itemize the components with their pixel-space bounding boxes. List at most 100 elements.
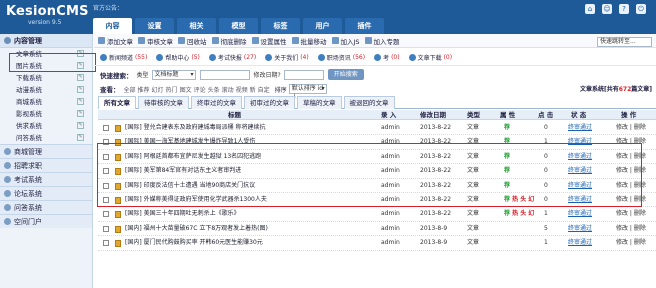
sidebar-item[interactable]: 问答系统 ✎ [0,132,92,144]
channel-link[interactable]: 关于我们 (4) [265,53,309,62]
article-status-link[interactable]: 终审通过 [568,135,592,149]
article-ops[interactable]: 修改 | 删除 [616,179,646,193]
article-ops[interactable]: 修改 | 删除 [616,222,646,236]
add-to-js-button[interactable]: 加入JS [331,36,360,46]
filter-option[interactable]: 滚动 [222,85,234,94]
table-row[interactable]: [国内] 厦门民代购鼓购买率 开韩60元医生能赚30元 admin 2013-8-9… [98,236,656,251]
set-attributes-button[interactable]: 设置属性 [251,36,287,46]
type-select[interactable]: 文档标题 [151,69,196,80]
tab-first-reviewed[interactable]: 初审过的文章 [244,96,295,109]
quick-jump-select[interactable]: 快速跳转至... [597,37,652,47]
article-ops[interactable]: 修改 | 删除 [616,193,646,207]
filter-option[interactable]: 视频 [236,85,248,94]
channel-link[interactable]: 文章下载 (0) [408,53,452,62]
help-icon[interactable]: ? [619,4,629,14]
article-status-link[interactable]: 终审通过 [568,150,592,164]
search-button[interactable]: 开始搜索 [327,69,364,80]
sidebar-group[interactable]: 招聘求职 [0,158,92,172]
sidebar-section-header[interactable]: 内容管理 [0,34,92,48]
batch-move-button[interactable]: 批量移动 [291,36,327,46]
article-ops[interactable]: 修改 | 删除 [616,121,646,135]
filter-option[interactable]: 评论 [194,85,206,94]
recycle-bin-button[interactable]: 回收站 [178,36,207,46]
edit-icon[interactable]: ✎ [77,134,84,141]
filter-option[interactable]: 头条 [208,85,220,94]
article-status-link[interactable]: 终审通过 [568,164,592,178]
col-title[interactable]: 标题 [228,110,241,120]
table-row[interactable]: [国际] 美国三十年四期吐无刺杀上《歌乐》 admin 2013-8-22 文章 荐 热… [98,207,656,222]
article-status-link[interactable]: 终审通过 [568,236,592,250]
edit-icon[interactable]: ✎ [77,98,84,105]
article-ops[interactable]: 修改 | 删除 [616,207,646,221]
article-status-link[interactable]: 终审通过 [568,193,592,207]
row-checkbox[interactable] [103,196,109,203]
date-input[interactable] [283,69,324,80]
article-title[interactable]: [国内] 厦门民代购鼓购买率 开韩60元医生能赚30元 [125,236,263,250]
nav-tab-plugins[interactable]: 插件 [345,18,384,34]
home-icon[interactable]: ⌂ [585,4,595,14]
search-input[interactable] [199,69,250,80]
article-ops[interactable]: 修改 | 删除 [616,164,646,178]
add-article-button[interactable]: 添加文章 [98,36,133,46]
article-title[interactable]: [国际] 外媒称美得证政府军使用化学武器杀1300人夫 [125,193,267,207]
nav-tab-tags[interactable]: 标签 [261,18,300,34]
review-article-button[interactable]: 审核文章 [138,36,173,46]
sidebar-item[interactable]: 影视系统 ✎ [0,108,92,120]
article-ops[interactable]: 修改 | 删除 [616,236,646,250]
row-checkbox[interactable] [103,153,109,160]
filter-option[interactable]: 热门 [166,85,178,94]
article-status-link[interactable]: 终审通过 [568,207,592,221]
sidebar-group[interactable]: 空间门户 [0,214,92,228]
filter-option[interactable]: 推荐 [138,85,150,94]
channel-link[interactable]: 帮助中心 (5) [156,53,200,62]
edit-icon[interactable]: ✎ [77,122,84,129]
table-row[interactable]: [国内] 福州十大苗量破67C 立下8万观者发上着热(图) admin 2013-8… [98,222,656,237]
tab-drafts[interactable]: 草稿的文章 [297,96,342,109]
nav-tab-related[interactable]: 相关 [177,18,216,34]
row-checkbox[interactable] [103,139,109,146]
nav-tab-content[interactable]: 内容 [93,18,132,34]
table-row[interactable]: [国际] 登兑合建表东及政府建城毒局派桶 称将建续抗 admin 2013-8-22… [98,121,656,136]
edit-icon[interactable]: ✎ [77,86,84,93]
edit-icon[interactable]: ✎ [77,74,84,81]
article-title[interactable]: [国内] 福州十大苗量破67C 立下8万观者发上着热(图) [125,222,268,236]
filter-option[interactable]: 全部 [124,85,136,94]
delete-permanent-button[interactable]: 彻底删除 [211,36,247,46]
article-title[interactable]: [国际] 印度反法信十土遭遇 当地90商店关门抗议 [125,179,255,193]
article-status-link[interactable]: 终审通过 [568,121,592,135]
user-icon[interactable]: ☺ [602,4,612,14]
channel-link[interactable]: 考试快报 (27) [208,53,256,62]
sidebar-item[interactable]: 供求系统 ✎ [0,120,92,132]
nav-tab-users[interactable]: 用户 [303,18,342,34]
tab-final-reviewed[interactable]: 终审过的文章 [191,96,242,109]
channel-link[interactable]: 考 (0) [374,53,400,62]
sidebar-group[interactable]: 商城管理 [0,144,92,158]
article-status-link[interactable]: 终审通过 [568,222,592,236]
sidebar-group[interactable]: 考试系统 [0,172,92,186]
sidebar-item[interactable]: 动漫系统 ✎ [0,84,92,96]
channel-link[interactable]: 新闻频道 (55) [100,53,147,62]
table-row[interactable]: [国际] 印度反法信十土遭遇 当地90商店关门抗议 admin 2013-8-22 文… [98,179,656,193]
row-checkbox[interactable] [103,211,109,218]
table-row[interactable]: [国际] 美国一海军基地建城发生爆炸导致1人受伤 admin 2013-8-22 文章… [98,135,656,150]
sidebar-item[interactable]: 商城系统 ✎ [0,96,92,108]
channel-link[interactable]: 职场资讯 (56) [317,53,365,62]
filter-option[interactable]: 幻灯 [152,85,164,94]
filter-option[interactable]: 图文 [180,85,192,94]
row-checkbox[interactable] [103,125,109,131]
table-row[interactable]: [国际] 外媒称美得证政府军使用化学武器杀1300人夫 admin 2013-8-2… [98,193,656,208]
table-row[interactable]: [国际] 美军第84军官有对话东主义者审判进 admin 2013-8-22 文章荐 … [98,164,656,179]
article-title[interactable]: [国际] 登兑合建表东及政府建城毒局派桶 称将建续抗 [125,121,266,135]
row-checkbox[interactable] [103,225,109,232]
article-ops[interactable]: 修改 | 删除 [616,135,646,149]
article-ops[interactable]: 修改 | 删除 [616,150,646,164]
article-title[interactable]: [国际] 美国三十年四期吐无刺杀上《歌乐》 [125,207,240,221]
add-to-topic-button[interactable]: 加入专题 [364,36,400,46]
filter-option[interactable]: 新 [250,85,256,94]
logout-icon[interactable]: ⏻ [636,4,646,14]
article-status-link[interactable]: 终审通过 [568,179,592,193]
article-title[interactable]: [国际] 美国一海军基地建城发生爆炸导致1人受伤 [125,135,255,149]
sidebar-group[interactable]: 论坛系统 [0,186,92,200]
article-title[interactable]: [国际] 阿根廷首都布宜萨尼发生越狱 13名囚犯逃跑 [125,150,261,164]
table-row[interactable]: [国际] 阿根廷首都布宜萨尼发生越狱 13名囚犯逃跑 admin 2013-8-22… [98,150,656,165]
